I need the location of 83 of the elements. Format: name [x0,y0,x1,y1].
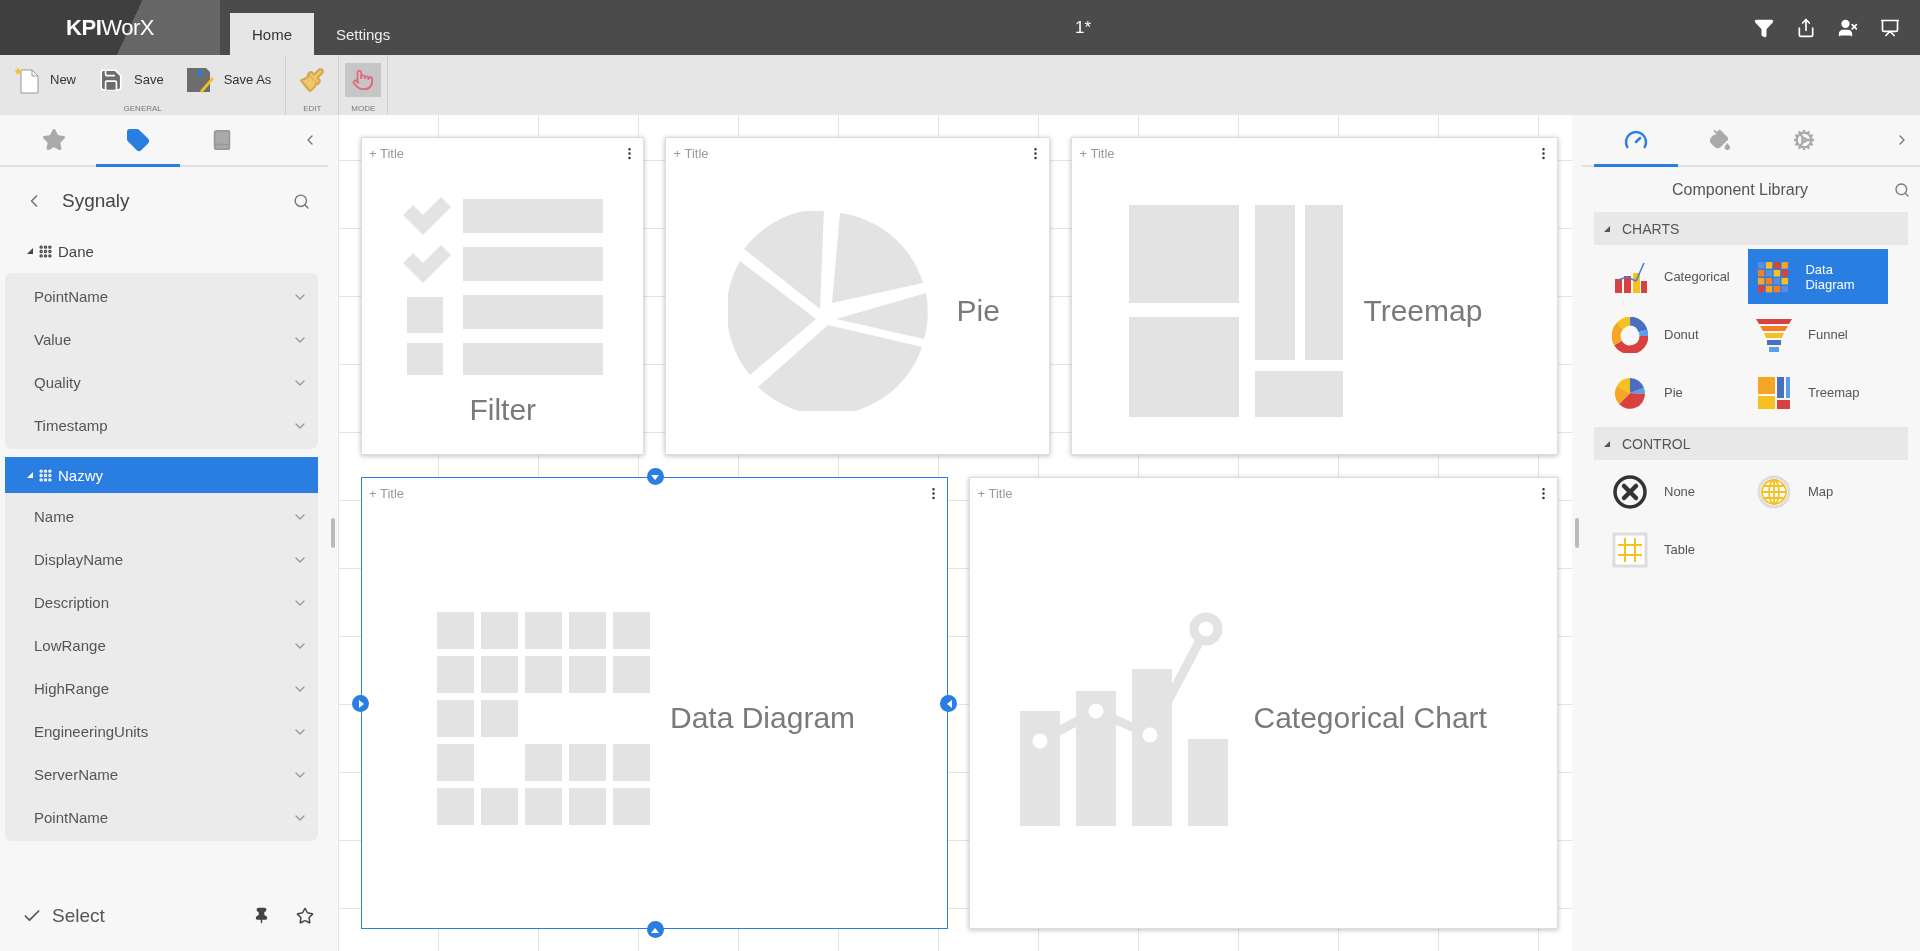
component-item[interactable]: Funnel [1748,307,1888,362]
expand-triangle-icon [1604,225,1610,232]
widget-label: Filter [469,393,537,427]
field-row[interactable]: HighRange [5,667,318,710]
expand-triangle-icon [27,472,33,478]
widget-label: Treemap [1363,294,1483,328]
field-row[interactable]: PointName [5,275,318,318]
splitter-handle[interactable] [331,518,335,548]
save-as-icon [185,66,214,93]
ribbon-group-label: EDIT [302,104,323,115]
panel-title: Component Library [1670,180,1810,199]
star-icon [42,127,66,152]
ribbon-button[interactable]: Save [90,62,172,97]
search-icon [293,192,310,210]
component-item[interactable]: Treemap [1748,365,1888,420]
splitter-handle[interactable] [1575,518,1579,548]
ribbon-button[interactable]: Save As [177,62,280,97]
menu-tab[interactable]: Settings [314,13,413,55]
gear-icon [1793,128,1815,151]
presentation-icon[interactable] [1880,17,1900,38]
grid-icon [38,467,53,483]
expand-triangle-icon [27,248,33,254]
grid-icon [38,243,53,259]
widget-label: Data Diagram [670,701,856,735]
resize-handle[interactable] [940,695,958,712]
menu-tab[interactable]: Home [230,13,314,55]
field-row[interactable]: EngineeringUnits [5,710,318,753]
expand-triangle-icon [1604,440,1610,447]
table-icon [1612,531,1648,568]
field-row[interactable]: Name [5,495,318,538]
field-row[interactable]: Description [5,581,318,624]
user-icon[interactable] [1838,17,1858,38]
widget-label: Categorical Chart [1253,701,1487,735]
field-row[interactable]: ServerName [5,753,318,796]
field-row[interactable]: DisplayName [5,538,318,581]
close-circle-icon [1612,473,1648,510]
star-outline-icon[interactable] [296,907,314,925]
field-row[interactable]: Quality [5,361,318,404]
component-item[interactable]: Data Diagram [1748,249,1888,304]
ribbon-group-label: GENERAL [122,104,163,115]
component-item[interactable]: None [1604,464,1744,519]
new-document-icon [14,65,40,94]
treemap-icon [1756,374,1792,411]
panel-title: Sygnaly [62,190,131,212]
funnel-chart-icon [1756,316,1792,353]
ribbon-group-label: MODE [350,104,377,115]
paint-bucket-icon [1709,128,1731,151]
dashboard-widget[interactable]: + Title Pie [665,137,1051,455]
dashboard-widget[interactable]: + Title Categorical Chart [969,477,1558,929]
app-logo: KPIWorX [0,0,220,55]
globe-icon [1756,473,1792,510]
field-row[interactable]: Timestamp [5,404,318,447]
filter-icon[interactable] [1754,17,1774,38]
field-row[interactable]: Value [5,318,318,361]
dashboard-widget[interactable]: + Title Treemap [1071,137,1558,455]
paintbrush-icon [299,66,326,93]
save-icon [98,66,124,93]
pin-icon[interactable] [253,907,270,925]
dashboard-widget[interactable]: + Title Filter [361,137,645,455]
data-source-row[interactable]: Nazwy [5,457,318,493]
book-icon [211,128,233,151]
ribbon-button[interactable]: New [6,61,84,98]
dashboard-widget[interactable]: + Title Data Diagram [361,477,949,929]
share-icon[interactable] [1796,17,1816,38]
field-row[interactable]: PointName [5,796,318,839]
component-item[interactable]: Table [1604,522,1744,577]
component-item[interactable]: Categorical [1604,249,1744,304]
data-source-row[interactable]: Dane [5,233,318,269]
component-item[interactable]: Donut [1604,307,1744,362]
component-item[interactable]: Map [1748,464,1888,519]
tag-icon [126,127,150,152]
widget-label: Pie [956,294,1000,328]
component-item[interactable]: Pie [1604,365,1744,420]
donut-chart-icon [1612,316,1648,353]
document-title: 1* [1074,17,1093,38]
ribbon-icon-button[interactable] [345,62,382,97]
section-header[interactable]: CHARTS [1594,212,1908,245]
search-icon [1894,181,1910,198]
resize-handle[interactable] [352,695,369,712]
select-button[interactable]: Select [22,905,253,927]
field-row[interactable]: LowRange [5,624,318,667]
section-header[interactable]: CONTROL [1594,427,1908,460]
touch-pointer-icon [352,68,375,91]
